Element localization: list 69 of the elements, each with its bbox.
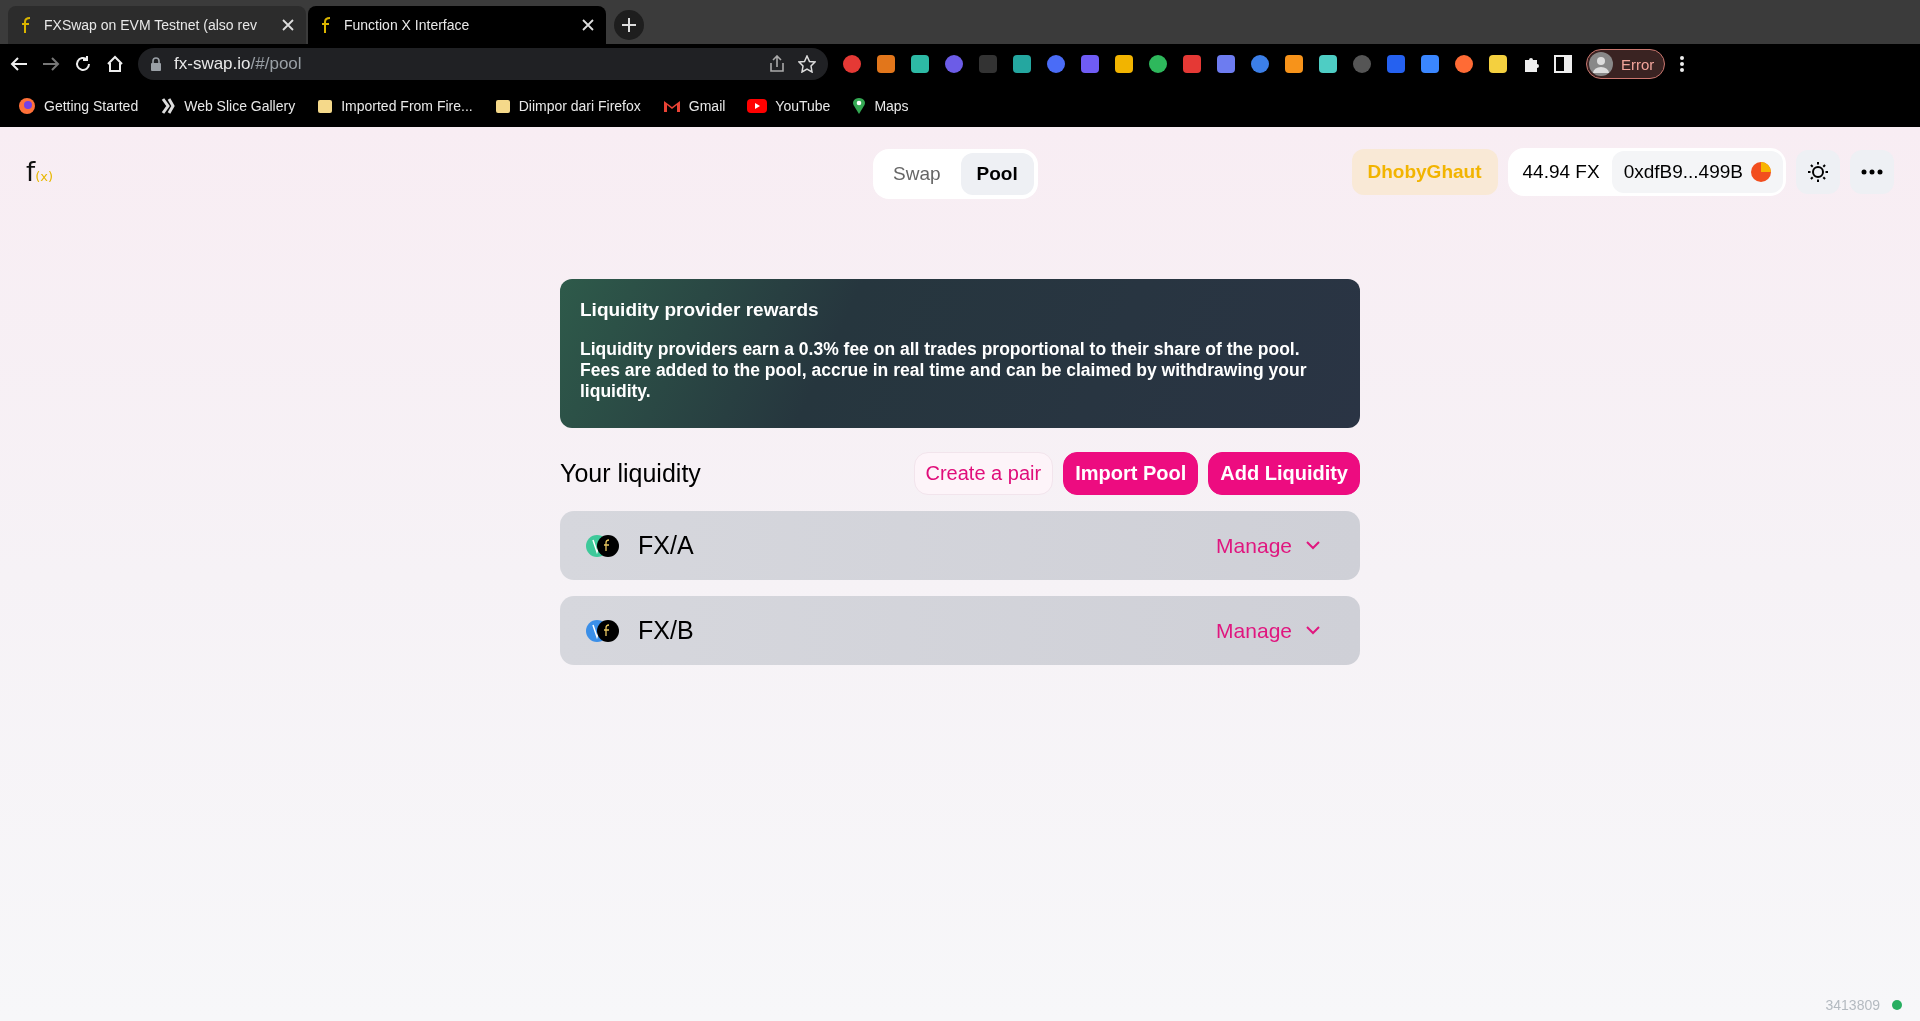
nav-tab[interactable]: Pool <box>960 153 1034 195</box>
mail-icon <box>662 98 681 113</box>
extension-icon[interactable] <box>1420 54 1440 74</box>
pair-name: FX/B <box>638 616 694 645</box>
nav-tab[interactable]: Swap <box>877 153 957 195</box>
action-button[interactable]: Add Liquidity <box>1208 452 1360 495</box>
folder-icon <box>494 97 511 114</box>
avatar-icon <box>1751 162 1771 182</box>
plus-icon <box>622 18 636 32</box>
action-button[interactable]: Create a pair <box>913 452 1054 495</box>
back-icon[interactable] <box>10 56 28 72</box>
extension-icon[interactable] <box>1216 54 1236 74</box>
share-icon[interactable] <box>768 55 786 73</box>
extension-icon[interactable] <box>1114 54 1134 74</box>
side-panel-icon[interactable] <box>1554 55 1572 73</box>
browser-tab[interactable]: Function X Interface <box>308 6 606 44</box>
more-button[interactable] <box>1850 150 1894 194</box>
reload-icon[interactable] <box>74 55 92 73</box>
status-dot <box>1892 1000 1902 1010</box>
bookmark-link[interactable]: Getting Started <box>18 96 139 115</box>
browser-tab[interactable]: FXSwap on EVM Testnet (also rev <box>8 6 306 44</box>
profile-button[interactable]: Error <box>1586 49 1666 79</box>
block-number: 3413809 <box>1825 997 1880 1013</box>
avatar-icon <box>1589 52 1613 76</box>
bookmark-link[interactable]: Imported From Fire... <box>317 97 473 114</box>
map-pin-icon <box>852 96 867 115</box>
pool-row[interactable]: FX/B Manage <box>560 596 1360 665</box>
url-text: fx-swap.io/#/pool <box>174 54 302 74</box>
chevron-down-icon <box>1306 541 1320 550</box>
folder-icon <box>317 97 334 114</box>
balance-text: 44.94 FX <box>1521 161 1601 183</box>
banner-text: Liquidity providers earn a 0.3% fee on all trades proportional to their share of the pool. Fees are added to the pool, accrue in real time and can be claimed by withdrawing your liquidity. <box>580 339 1308 402</box>
bookmark-link[interactable]: Gmail <box>662 97 726 114</box>
star-icon[interactable] <box>798 55 816 73</box>
extension-icon[interactable] <box>876 54 896 74</box>
extension-icon[interactable] <box>1454 54 1474 74</box>
new-tab-button[interactable] <box>614 10 644 40</box>
close-icon[interactable] <box>582 19 594 31</box>
lock-icon <box>150 57 162 71</box>
firefox-icon <box>18 96 36 115</box>
theme-toggle-button[interactable] <box>1796 150 1840 194</box>
section-heading: Your liquidity <box>560 459 701 488</box>
extension-icon[interactable] <box>1488 54 1508 74</box>
close-icon[interactable] <box>282 19 294 31</box>
pool-row[interactable]: FX/A Manage <box>560 511 1360 580</box>
extension-icon[interactable] <box>1284 54 1304 74</box>
bookmark-link[interactable]: YouTube <box>747 97 831 114</box>
pair-name: FX/A <box>638 531 694 560</box>
bookmark-link[interactable]: Web Slice Gallery <box>160 96 296 115</box>
sun-icon <box>1806 160 1830 184</box>
action-button[interactable]: Import Pool <box>1063 452 1199 495</box>
logo[interactable]: f(x) <box>26 157 53 187</box>
address-bar[interactable]: fx-swap.io/#/pool <box>138 48 828 80</box>
menu-icon[interactable] <box>1679 55 1686 73</box>
extension-icon[interactable] <box>1012 54 1032 74</box>
banner-title: Liquidity provider rewards <box>580 299 820 321</box>
extension-icon[interactable] <box>910 54 930 74</box>
play-icon <box>747 98 768 113</box>
extension-icon[interactable] <box>1148 54 1168 74</box>
chevron-down-icon <box>1306 626 1320 635</box>
bookmark-link[interactable]: Diimpor dari Firefox <box>494 97 641 114</box>
web-slice-icon <box>160 96 177 115</box>
bookmark-link[interactable]: Maps <box>852 96 909 115</box>
extension-icon[interactable] <box>1318 54 1338 74</box>
more-icon <box>1861 169 1883 175</box>
forward-icon[interactable] <box>42 56 60 72</box>
puzzle-icon[interactable] <box>1522 55 1540 73</box>
home-icon[interactable] <box>106 55 124 73</box>
account-button[interactable]: 0xdfB9...499B <box>1611 151 1783 193</box>
